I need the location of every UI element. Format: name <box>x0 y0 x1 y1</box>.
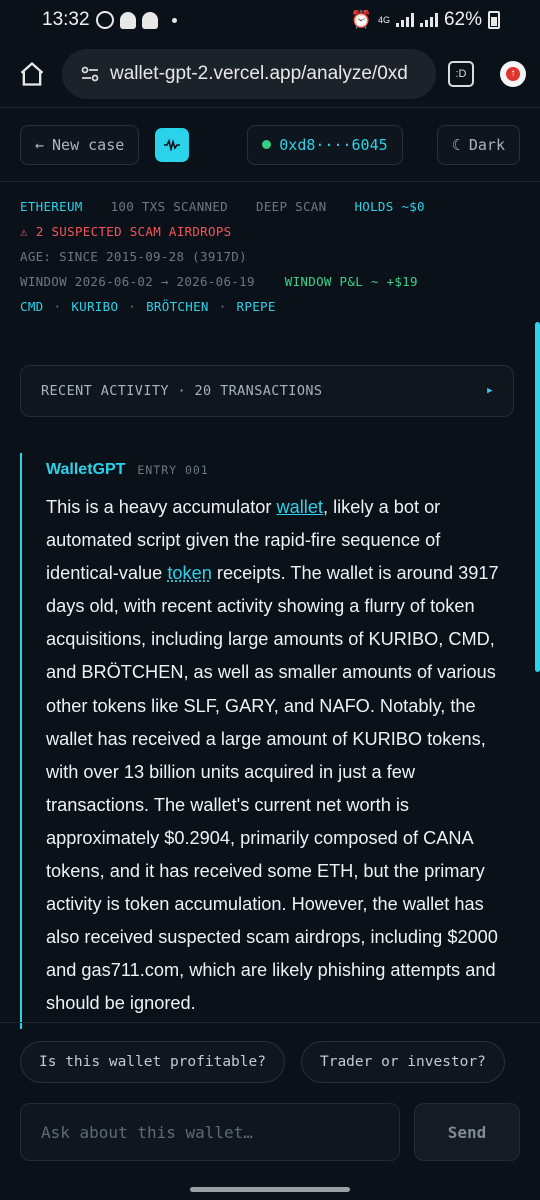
network-type: 4G <box>377 14 390 25</box>
time-window: WINDOW 2026-06-02 → 2026-06-19 <box>20 274 255 289</box>
recent-activity-label: RECENT ACTIVITY · 20 TRANSACTIONS <box>41 383 323 399</box>
entry-author: WalletGPT <box>46 461 126 478</box>
signal-icon-2 <box>419 13 438 27</box>
wallet-meta: ETHEREUM 100 TXS SCANNED DEEP SCAN HOLDS… <box>0 182 540 319</box>
home-icon <box>20 61 44 86</box>
suggestion-chip[interactable]: Trader or investor? <box>300 1041 505 1083</box>
url-text[interactable]: wallet-gpt-2.vercel.app/analyze/0xd <box>110 63 426 85</box>
connected-status-icon <box>262 140 272 149</box>
scan-mode: DEEP SCAN <box>256 199 327 214</box>
home-button[interactable] <box>14 56 50 92</box>
entry-text: This is a heavy accumulator wallet, like… <box>46 491 506 1021</box>
battery-percent: 62% <box>443 9 482 30</box>
divider <box>0 1022 540 1023</box>
separator: · <box>53 299 62 314</box>
token-tag[interactable]: RPEPE <box>237 299 276 314</box>
suggestion-chip[interactable]: Is this wallet profitable? <box>20 1041 285 1083</box>
wallet-address-button[interactable]: 0xd8····6045 <box>247 124 403 165</box>
arrow-left-icon: ← <box>35 135 45 154</box>
update-icon: ↑ <box>506 66 520 81</box>
scam-warning: 2 SUSPECTED SCAM AIRDROPS <box>35 224 232 239</box>
token-glossary-link[interactable]: token <box>167 563 212 583</box>
warning-icon: ⚠ <box>20 224 28 239</box>
snapchat-icon-2 <box>141 11 158 29</box>
recent-activity-toggle[interactable]: RECENT ACTIVITY · 20 TRANSACTIONS ▶ <box>20 365 514 417</box>
site-settings-icon[interactable] <box>80 64 100 84</box>
browser-toolbar: wallet-gpt-2.vercel.app/analyze/0xd :D ↑ <box>0 40 540 108</box>
token-tag[interactable]: KURIBO <box>71 299 118 314</box>
ask-input[interactable] <box>20 1103 400 1161</box>
app-logo[interactable] <box>155 127 190 162</box>
address-bar[interactable]: wallet-gpt-2.vercel.app/analyze/0xd <box>62 48 436 99</box>
ask-form: Send <box>20 1103 520 1161</box>
status-time: 13:32 <box>42 9 90 30</box>
new-case-button[interactable]: ← New case <box>20 124 140 165</box>
signal-icon <box>395 13 414 27</box>
battery-icon <box>488 11 500 29</box>
more-notifications-icon <box>171 17 177 23</box>
separator: · <box>218 299 227 314</box>
token-tag[interactable]: BRÖTCHEN <box>146 299 209 314</box>
wallet-address: 0xd8····6045 <box>279 135 388 154</box>
entry-tag: ENTRY 001 <box>137 463 209 477</box>
snapchat-icon <box>119 11 136 29</box>
wallet-glossary-link[interactable]: wallet <box>276 497 323 517</box>
expand-triangle-icon: ▶ <box>487 386 493 396</box>
new-case-label: New case <box>52 135 125 154</box>
analysis-entry: WalletGPT ENTRY 001 This is a heavy accu… <box>20 453 514 1029</box>
theme-label: Dark <box>468 135 505 154</box>
app-header: ← New case 0xd8····6045 ☾ Dark <box>0 108 540 182</box>
alarm-icon: ⏰ <box>350 10 372 29</box>
window-pnl: WINDOW P&L ~ +$19 <box>284 274 418 289</box>
update-button[interactable]: ↑ <box>500 60 526 87</box>
entry-text-part: receipts. The wallet is around 3917 days… <box>46 563 499 1014</box>
scrollbar[interactable] <box>535 322 540 672</box>
whatsapp-icon <box>95 11 114 29</box>
gesture-nav-bar[interactable] <box>190 1187 350 1192</box>
holdings: HOLDS ~$0 <box>354 199 425 214</box>
wallet-age: AGE: SINCE 2015-09-28 (3917D) <box>20 249 247 264</box>
moon-icon: ☾ <box>451 135 461 154</box>
send-button[interactable]: Send <box>414 1103 520 1161</box>
entry-text-part: This is a heavy accumulator <box>46 497 277 517</box>
waveform-icon <box>164 138 181 151</box>
token-tag[interactable]: CMD <box>20 299 43 314</box>
suggestion-chips: Is this wallet profitable? Trader or inv… <box>20 1041 540 1083</box>
tabs-button[interactable]: :D <box>448 60 474 87</box>
separator: · <box>128 299 137 314</box>
theme-toggle-button[interactable]: ☾ Dark <box>436 124 520 165</box>
txs-scanned: 100 TXS SCANNED <box>110 199 228 214</box>
chain-label: ETHEREUM <box>20 199 83 214</box>
status-bar: 13:32 ⏰ 4G 62% <box>0 0 540 40</box>
